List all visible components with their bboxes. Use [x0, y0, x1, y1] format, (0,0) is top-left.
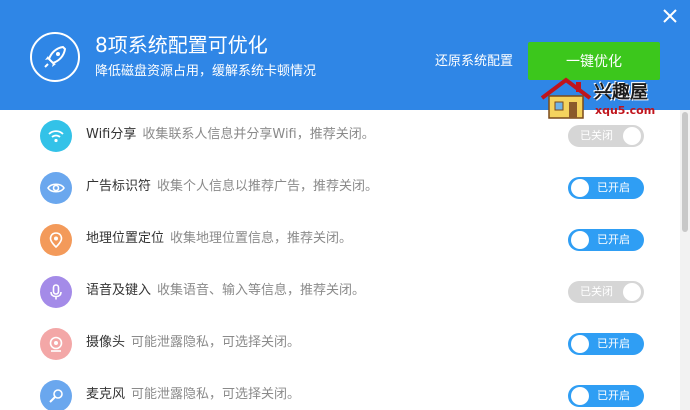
close-button[interactable] — [660, 6, 680, 26]
toggle-wifi-share[interactable]: 已关闭 — [568, 125, 644, 147]
toggle-knob — [571, 179, 589, 197]
close-icon — [663, 9, 677, 23]
item-name: 摄像头 — [86, 335, 126, 350]
watermark-name: 兴趣屋 — [594, 82, 648, 103]
one-click-optimize-button[interactable]: 一键优化 — [528, 42, 660, 80]
item-desc: 收集语音、输入等信息，推荐关闭。 — [157, 283, 366, 298]
eye-icon — [40, 172, 72, 204]
list-item: Wifi分享 收集联系人信息并分享Wifi，推荐关闭。 已关闭 — [0, 110, 680, 162]
item-desc: 可能泄露隐私，可选择关闭。 — [131, 387, 301, 402]
rocket-logo — [30, 32, 80, 82]
restore-config-link[interactable]: 还原系统配置 — [435, 53, 513, 71]
item-name: 广告标识符 — [86, 179, 152, 194]
item-desc: 可能泄露隐私，可选择关闭。 — [131, 335, 301, 350]
page-title: 8项系统配置可优化 — [95, 33, 268, 57]
toggle-state: 已关闭 — [580, 129, 613, 142]
toggle-state: 已开启 — [597, 337, 630, 350]
toggle-knob — [571, 335, 589, 353]
item-name: 语音及键入 — [86, 283, 152, 298]
toggle-camera[interactable]: 已开启 — [568, 333, 644, 355]
toggle-knob — [623, 283, 641, 301]
toggle-ad-identifier[interactable]: 已开启 — [568, 177, 644, 199]
toggle-state: 已开启 — [597, 181, 630, 194]
scrollbar-thumb[interactable] — [682, 112, 688, 232]
toggle-microphone[interactable]: 已开启 — [568, 385, 644, 407]
item-desc: 收集地理位置信息，推荐关闭。 — [170, 231, 353, 246]
toggle-speech-typing[interactable]: 已关闭 — [568, 281, 644, 303]
rocket-icon — [44, 45, 67, 68]
location-pin-icon — [40, 224, 72, 256]
item-desc: 收集个人信息以推荐广告，推荐关闭。 — [157, 179, 379, 194]
list-item: 广告标识符 收集个人信息以推荐广告，推荐关闭。 已开启 — [0, 162, 680, 214]
list-item: 地理位置定位 收集地理位置信息，推荐关闭。 已开启 — [0, 214, 680, 266]
item-desc: 收集联系人信息并分享Wifi，推荐关闭。 — [142, 127, 375, 142]
toggle-knob — [571, 387, 589, 405]
list-item: 摄像头 可能泄露隐私，可选择关闭。 已开启 — [0, 318, 680, 370]
toggle-knob — [571, 231, 589, 249]
config-list: Wifi分享 收集联系人信息并分享Wifi，推荐关闭。 已关闭 广告标识符 收集个人… — [0, 110, 680, 410]
wifi-icon — [40, 120, 72, 152]
list-item: 麦克风 可能泄露隐私，可选择关闭。 已开启 — [0, 370, 680, 410]
mic-icon — [40, 380, 72, 410]
toggle-state: 已关闭 — [580, 285, 613, 298]
page-subtitle: 降低磁盘资源占用，缓解系统卡顿情况 — [95, 64, 317, 79]
toggle-state: 已开启 — [597, 233, 630, 246]
item-name: 麦克风 — [86, 387, 126, 402]
microphone-icon — [40, 276, 72, 308]
toggle-knob — [623, 127, 641, 145]
item-name: 地理位置定位 — [86, 231, 165, 246]
toggle-location[interactable]: 已开启 — [568, 229, 644, 251]
item-name: Wifi分享 — [86, 127, 137, 142]
toggle-state: 已开启 — [597, 389, 630, 402]
list-item: 语音及键入 收集语音、输入等信息，推荐关闭。 已关闭 — [0, 266, 680, 318]
camera-icon — [40, 328, 72, 360]
